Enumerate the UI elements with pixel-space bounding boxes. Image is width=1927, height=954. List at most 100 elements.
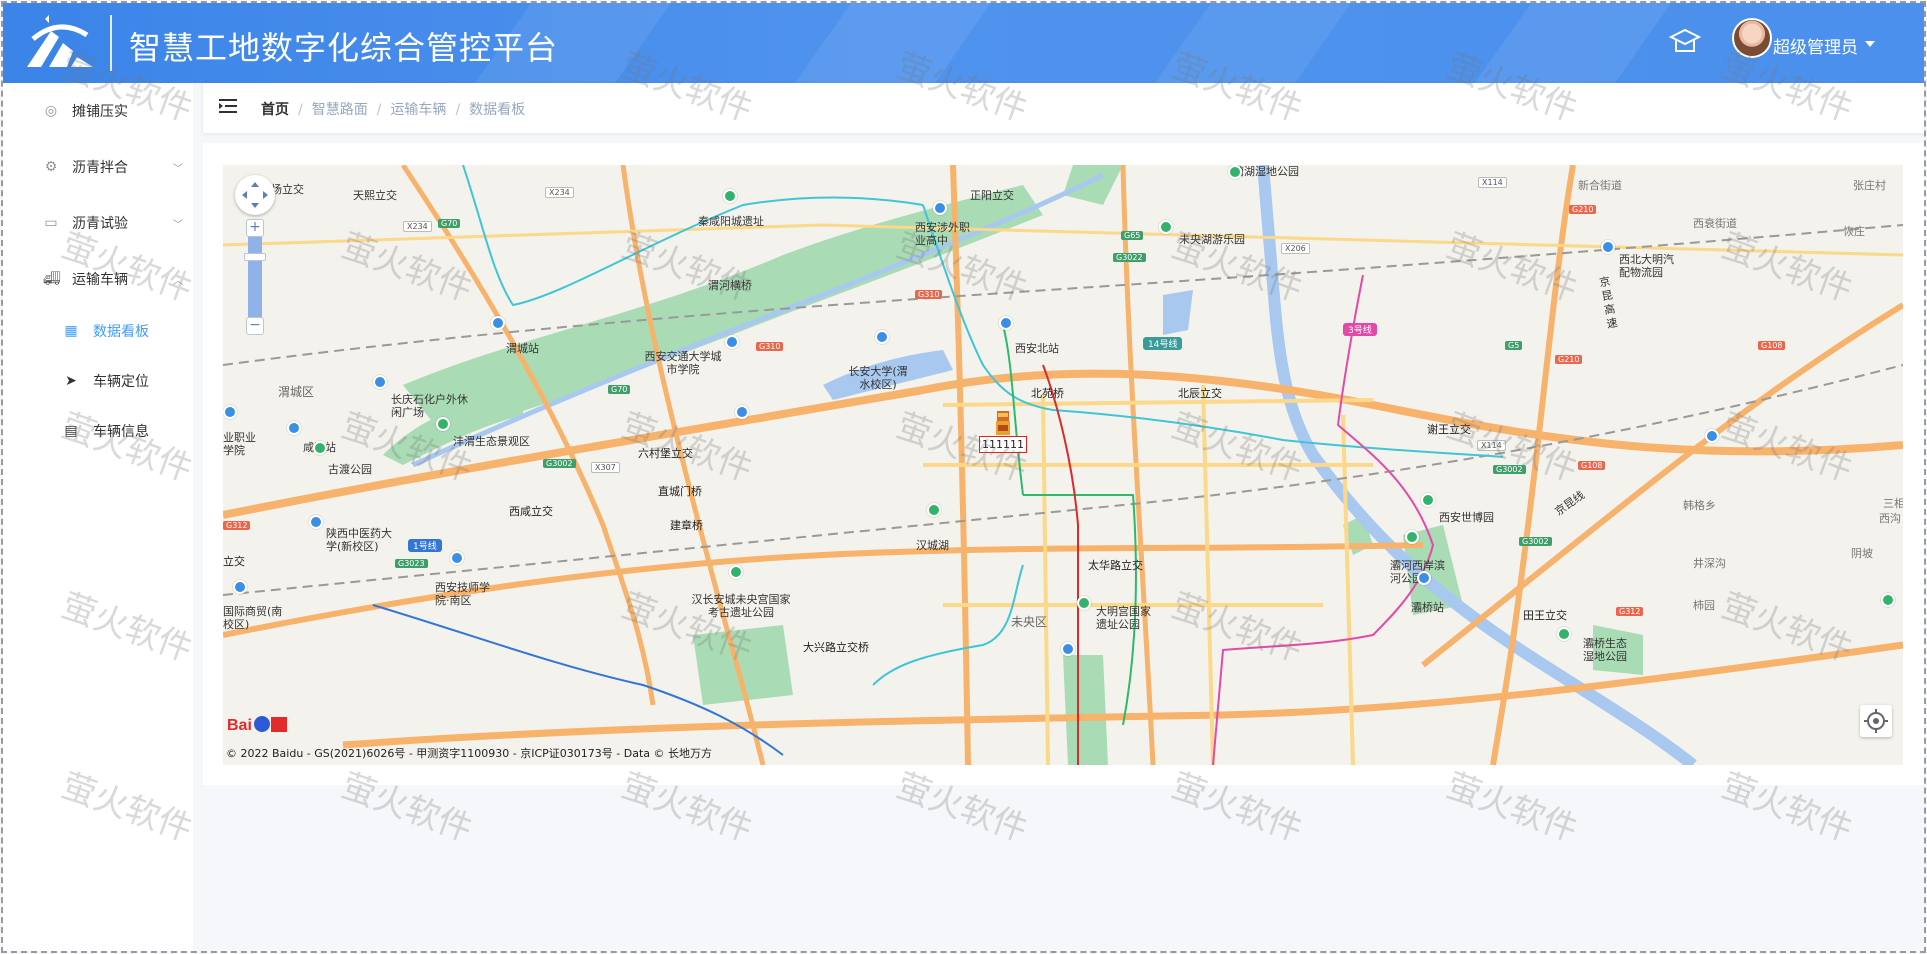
poi-park-icon[interactable]	[1159, 220, 1173, 234]
map-label: 谢王立交	[1427, 423, 1471, 436]
poi-station-icon[interactable]	[287, 421, 301, 435]
poi-school-icon[interactable]	[233, 580, 247, 594]
poi-park-icon[interactable]	[313, 441, 327, 455]
poi-school-icon[interactable]	[933, 201, 947, 215]
road-shield: G108	[1578, 461, 1606, 470]
baidu-map[interactable]: 场立交 天熙立交 秦咸阳城遗址 正阳立交 西安涉外职业高中 未央湖游乐园 渭河横…	[223, 165, 1903, 765]
map-label: 古渡公园	[328, 463, 372, 476]
zoom-slider-thumb[interactable]	[244, 253, 266, 261]
poi-school-icon[interactable]	[450, 551, 464, 565]
app-title: 智慧工地数字化综合管控平台	[129, 29, 559, 67]
sidebar-item-label: 数据看板	[93, 324, 149, 340]
content-card: 场立交 天熙立交 秦咸阳城遗址 正阳立交 西安涉外职业高中 未央湖游乐园 渭河横…	[203, 143, 1924, 785]
poi-station-icon[interactable]	[1417, 571, 1431, 585]
poi-station-icon[interactable]	[1061, 642, 1075, 656]
poi-school-icon[interactable]	[1601, 240, 1615, 254]
poi-park-icon[interactable]	[1881, 593, 1895, 607]
map-label: 新合街道	[1578, 179, 1622, 192]
sidebar-item-label: 摊铺压实	[72, 104, 128, 120]
poi-park-icon[interactable]	[1228, 165, 1242, 179]
sidebar-item-dashboard[interactable]: ▦ 数据看板	[3, 311, 193, 351]
breadcrumb-smart-road[interactable]: 智慧路面	[312, 99, 368, 119]
map-label: 国际商贸(南校区)	[223, 605, 283, 631]
poi-station-icon[interactable]	[999, 316, 1013, 330]
poi-school-icon[interactable]	[875, 330, 889, 344]
road-shield: G3022	[1113, 253, 1146, 262]
locate-icon[interactable]	[1860, 705, 1892, 737]
map-label: 立交	[223, 555, 245, 568]
poi-park-icon[interactable]	[1077, 596, 1091, 610]
poi-park-icon[interactable]	[1405, 530, 1419, 544]
map-pan-control[interactable]	[235, 175, 275, 215]
menu-fold-icon[interactable]	[219, 98, 237, 114]
sidebar-item-vehicle-info[interactable]: ▤ 车辆信息	[3, 411, 193, 451]
vehicle-plate-label[interactable]: 111111	[979, 436, 1027, 453]
poi-park-icon[interactable]	[723, 189, 737, 203]
map-label: 陕西中医药大学(新校区)	[326, 527, 392, 553]
metro-line-tag: 14号线	[1143, 337, 1183, 350]
avatar[interactable]	[1732, 18, 1772, 58]
poi-park-icon[interactable]	[1557, 627, 1571, 641]
map-label: 漕湖湿地公园	[1233, 165, 1299, 178]
road-shield: G3023	[395, 559, 428, 568]
zoom-out-button[interactable]: −	[246, 317, 264, 335]
map-label: 西安世博园	[1439, 511, 1494, 524]
map-copyright: © 2022 Baidu - GS(2021)6026号 - 甲测资字11009…	[226, 747, 713, 760]
poi-station-icon[interactable]	[735, 405, 749, 419]
breadcrumb-bar: 首页 / 智慧路面 / 运输车辆 / 数据看板	[203, 83, 1924, 133]
graduation-cap-icon[interactable]	[1668, 27, 1702, 55]
sidebar-item-label: 车辆定位	[93, 374, 149, 390]
map-label: 沣渭生态景观区	[453, 435, 530, 448]
road-shield: X307	[591, 462, 620, 473]
sidebar-item-label: 车辆信息	[93, 424, 149, 440]
map-label: 灞桥生态湿地公园	[1583, 637, 1627, 663]
poi-station-icon[interactable]	[223, 405, 237, 419]
breadcrumb-separator: /	[298, 102, 303, 118]
breadcrumb-transport[interactable]: 运输车辆	[390, 99, 446, 119]
map-label: 场立交	[271, 183, 304, 196]
map-label: 柿园	[1693, 599, 1715, 612]
user-name[interactable]: 超级管理员	[1773, 33, 1858, 58]
map-label: 西咸立交	[509, 505, 553, 518]
breadcrumb-home[interactable]: 首页	[261, 99, 289, 119]
toolbox-icon: ▭	[44, 215, 58, 231]
sidebar-item-asphalt-test[interactable]: ▭ 沥青试验 ﹀	[3, 203, 193, 243]
map-label: 渭河横桥	[708, 279, 752, 292]
metro-line-tag: 1号线	[408, 539, 442, 552]
poi-park-icon[interactable]	[927, 503, 941, 517]
road-shield: X114	[1477, 440, 1506, 451]
sidebar: ◎ 摊铺压实 ⚙ 沥青拌合 ﹀ ▭ 沥青试验 ﹀ 🚚︎ 运输车辆 ︿ ▦ 数据看…	[3, 83, 193, 951]
svg-text:Bai: Bai	[227, 717, 252, 734]
map-label: 长庆石化户外休闲广场	[391, 393, 468, 419]
poi-school-icon[interactable]	[309, 515, 323, 529]
road-shield: X114	[1478, 177, 1507, 188]
zoom-slider-track[interactable]	[248, 225, 262, 325]
map-label: 张庄村	[1853, 179, 1886, 192]
road-shield: G210	[1555, 355, 1583, 364]
sidebar-item-vehicle-location[interactable]: ➤ 车辆定位	[3, 361, 193, 401]
sidebar-item-asphalt-mixing[interactable]: ⚙ 沥青拌合 ﹀	[3, 147, 193, 187]
sidebar-item-transport-vehicles[interactable]: 🚚︎ 运输车辆 ︿	[3, 259, 193, 299]
poi-station-icon[interactable]	[491, 316, 505, 330]
breadcrumb-separator: /	[376, 102, 382, 118]
poi-station-icon[interactable]	[373, 375, 387, 389]
map-label: 西安交通大学城市学院	[644, 350, 722, 376]
chevron-down-icon[interactable]	[1865, 41, 1875, 47]
poi-park-icon[interactable]	[729, 565, 743, 579]
truck-marker-icon[interactable]	[995, 411, 1011, 437]
poi-park-icon[interactable]	[436, 417, 450, 431]
poi-station-icon[interactable]	[1705, 429, 1719, 443]
poi-park-icon[interactable]	[1421, 493, 1435, 507]
map-label: 正阳立交	[970, 189, 1014, 202]
map-label: 大明宫国家遗址公园	[1096, 605, 1151, 631]
road-shield: X234	[403, 221, 432, 232]
map-label: 西衰街道	[1693, 217, 1737, 230]
poi-school-icon[interactable]	[725, 335, 739, 349]
map-label: 西安技师学院·南区	[435, 581, 490, 607]
zoom-in-button[interactable]: +	[246, 219, 264, 237]
road-shield: X206	[1281, 243, 1310, 254]
map-label: 西安涉外职业高中	[915, 221, 970, 247]
sidebar-item-paving[interactable]: ◎ 摊铺压实	[3, 91, 193, 131]
document-icon: ▤	[64, 423, 78, 439]
sidebar-item-label: 沥青试验	[72, 216, 128, 232]
